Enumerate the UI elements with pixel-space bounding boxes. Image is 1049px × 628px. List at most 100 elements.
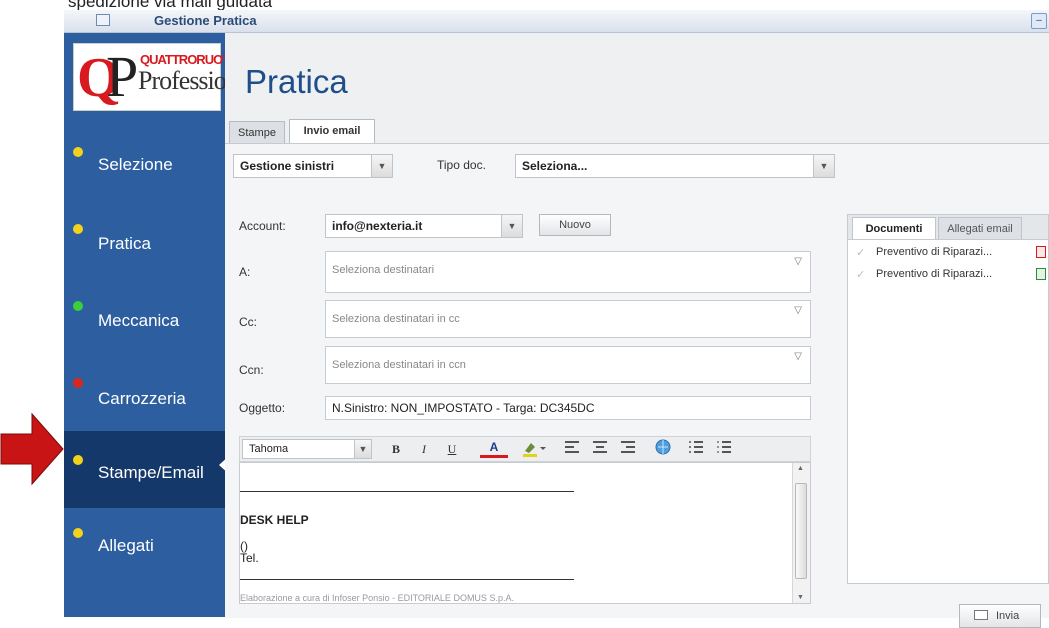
- tab-stampe[interactable]: Stampe: [229, 121, 285, 143]
- scroll-up-icon[interactable]: ▲: [797, 465, 804, 472]
- dropdown-triangle-icon[interactable]: ▽: [794, 305, 802, 316]
- bold-button[interactable]: B: [386, 439, 406, 459]
- document-row[interactable]: ✓ Preventivo di Riparazi...: [848, 265, 1048, 287]
- check-icon[interactable]: ✓: [856, 268, 865, 281]
- subject-label: Oggetto:: [239, 401, 286, 415]
- tab-documenti[interactable]: Documenti: [852, 217, 936, 239]
- excel-icon: [1036, 268, 1046, 280]
- underline-button[interactable]: U: [442, 439, 462, 459]
- font-select-value: Tahoma: [249, 443, 289, 455]
- page-title: Pratica: [245, 63, 348, 100]
- document-name: Preventivo di Riparazi...: [876, 246, 993, 258]
- to-field[interactable]: Seleziona destinatari ▽: [325, 251, 811, 293]
- tab-invio-email[interactable]: Invio email: [289, 119, 375, 145]
- chevron-down-icon[interactable]: ▼: [354, 440, 371, 458]
- dropdown-triangle-icon[interactable]: ▽: [794, 351, 802, 362]
- bullet-list-icon[interactable]: [714, 439, 734, 459]
- status-dot-icon: [73, 147, 83, 157]
- editor-toolbar: Tahoma ▼ B I U A: [239, 436, 811, 462]
- sidebar-item-label: Allegati: [98, 536, 154, 555]
- pointer-arrow-icon: [0, 412, 64, 486]
- divider: [240, 491, 574, 492]
- logo-q: Q: [77, 47, 121, 109]
- new-account-button[interactable]: Nuovo: [539, 214, 611, 236]
- ccn-field[interactable]: Seleziona destinatari in ccn ▽: [325, 346, 811, 384]
- cc-placeholder: Seleziona destinatari in cc: [332, 313, 460, 325]
- editor-scrollbar[interactable]: ▲ ▼: [792, 463, 810, 603]
- scroll-thumb[interactable]: [795, 483, 807, 579]
- category-select[interactable]: Gestione sinistri ▼: [233, 154, 393, 178]
- subject-input[interactable]: N.Sinistro: NON_IMPOSTATO - Targa: DC345…: [325, 396, 811, 420]
- chevron-down-icon[interactable]: ▼: [501, 215, 522, 237]
- font-select[interactable]: Tahoma ▼: [242, 439, 372, 459]
- pdf-icon: [1036, 246, 1046, 258]
- divider: [240, 579, 574, 580]
- documents-panel: Documenti Allegati email ✓ Preventivo di…: [847, 214, 1049, 584]
- logo-brand: QUATTRORUOTE: [140, 52, 238, 67]
- sidebar-item-label: Selezione: [98, 155, 173, 174]
- sidebar-item-meccanica[interactable]: Meccanica: [64, 285, 225, 362]
- ccn-label: Ccn:: [239, 363, 264, 377]
- window-icon: [96, 14, 110, 26]
- italic-button[interactable]: I: [414, 439, 434, 459]
- to-placeholder: Seleziona destinatari: [332, 264, 435, 276]
- cc-field[interactable]: Seleziona destinatari in cc ▽: [325, 300, 811, 338]
- check-icon[interactable]: ✓: [856, 246, 865, 259]
- status-dot-icon: [73, 528, 83, 538]
- insert-link-icon[interactable]: [652, 439, 674, 459]
- doc-type-select[interactable]: Seleziona... ▼: [515, 154, 835, 178]
- documents-tab-bar: Documenti Allegati email: [848, 215, 1048, 240]
- dropdown-triangle-icon[interactable]: ▽: [794, 256, 802, 267]
- account-select-value: info@nexteria.it: [332, 219, 423, 233]
- chevron-down-icon[interactable]: ▼: [371, 155, 392, 177]
- doc-type-label: Tipo doc.: [437, 158, 486, 172]
- align-right-icon[interactable]: [618, 439, 638, 459]
- highlight-color-icon[interactable]: [520, 439, 548, 459]
- send-label: Invia: [996, 610, 1020, 622]
- sidebar-item-pratica[interactable]: Pratica: [64, 208, 225, 285]
- status-dot-icon: [73, 378, 83, 388]
- sidebar-item-selezione[interactable]: Selezione: [64, 131, 225, 208]
- sidebar-item-label: Carrozzeria: [98, 389, 186, 408]
- send-button[interactable]: Invia: [959, 604, 1041, 628]
- scroll-down-icon[interactable]: ▼: [797, 594, 804, 601]
- minimize-button[interactable]: –: [1031, 13, 1047, 29]
- doc-type-select-value: Seleziona...: [522, 159, 588, 173]
- envelope-icon: [974, 610, 988, 620]
- document-name: Preventivo di Riparazi...: [876, 268, 993, 280]
- sidebar: Q P QUATTRORUOTE Professional Selezione …: [64, 33, 256, 617]
- tab-allegati-email[interactable]: Allegati email: [938, 217, 1022, 239]
- sidebar-item-allegati[interactable]: Allegati: [64, 508, 225, 585]
- ccn-placeholder: Seleziona destinatari in ccn: [332, 359, 466, 371]
- email-form: Gestione sinistri ▼ Tipo doc. Seleziona.…: [225, 143, 1049, 628]
- title-bar: Gestione Pratica –: [64, 10, 1049, 33]
- align-left-icon[interactable]: [562, 439, 582, 459]
- account-label: Account:: [239, 219, 286, 233]
- sidebar-item-carrozzeria[interactable]: Carrozzeria: [64, 362, 225, 439]
- sidebar-item-stampe-email[interactable]: Stampe/Email: [64, 431, 229, 508]
- sidebar-item-label: Pratica: [98, 234, 151, 253]
- status-dot-icon: [73, 455, 83, 465]
- logo-p: P: [106, 44, 139, 109]
- category-select-value: Gestione sinistri: [240, 159, 335, 173]
- editor-line-2: Tel.: [240, 551, 259, 565]
- chevron-down-icon[interactable]: ▼: [813, 155, 834, 177]
- window-title: Gestione Pratica: [154, 13, 257, 28]
- main-panel: Pratica Stampe Invio email Gestione sini…: [225, 33, 1049, 628]
- editor-footer: Elaborazione a cura di Infoser Ponsio - …: [240, 593, 514, 603]
- cc-label: Cc:: [239, 315, 257, 329]
- to-label: A:: [239, 265, 251, 279]
- document-row[interactable]: ✓ Preventivo di Riparazi...: [848, 243, 1048, 265]
- status-dot-icon: [73, 224, 83, 234]
- numbered-list-icon[interactable]: [686, 439, 706, 459]
- account-select[interactable]: info@nexteria.it ▼: [325, 214, 523, 238]
- tab-bar: Stampe Invio email: [225, 119, 1049, 145]
- status-dot-icon: [73, 301, 83, 311]
- editor-heading: DESK HELP: [240, 513, 309, 527]
- email-body-editor[interactable]: DESK HELP () Tel. Elaborazione a cura di…: [239, 462, 811, 604]
- quattroruote-logo: Q P QUATTRORUOTE Professional: [73, 43, 256, 111]
- gestione-pratica-window: Gestione Pratica – Q P QUATTRORUOTE Prof…: [64, 10, 1049, 628]
- sidebar-item-label: Meccanica: [98, 311, 180, 330]
- font-color-button[interactable]: A: [480, 439, 508, 458]
- align-center-icon[interactable]: [590, 439, 610, 459]
